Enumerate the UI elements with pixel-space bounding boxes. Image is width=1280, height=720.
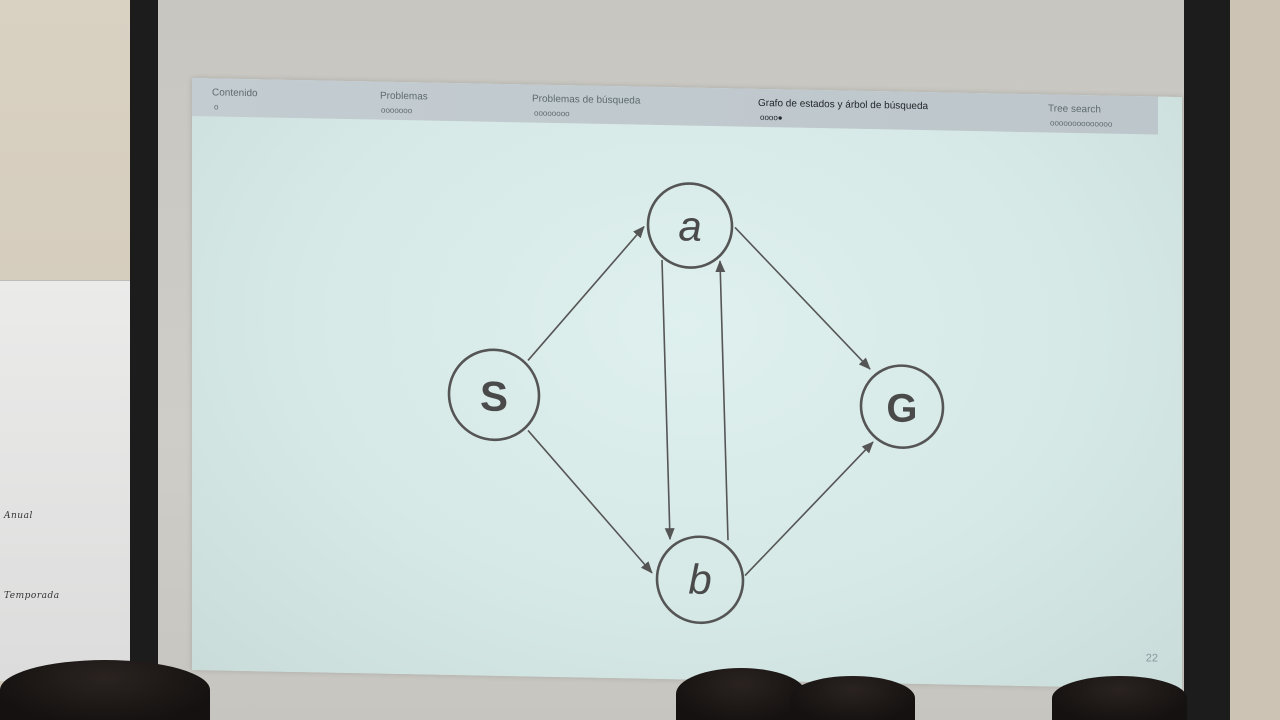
edge-s-to-a — [527, 225, 645, 361]
wall-right — [1230, 0, 1280, 720]
wall-poster: Anual Temporada — [0, 280, 132, 681]
edge-b-to-g — [744, 441, 874, 577]
node-s-label: S — [480, 373, 508, 421]
projected-slide-wrapper: Contenido o Problemas ooooooo Problemas … — [192, 78, 1184, 703]
state-graph: S a b G — [447, 182, 945, 625]
projected-slide: Contenido o Problemas ooooooo Problemas … — [192, 78, 1182, 690]
slide-page-number: 22 — [1145, 652, 1158, 665]
node-a-label: a — [678, 202, 701, 249]
audience-head-left — [0, 660, 210, 720]
node-b-label: b — [688, 556, 711, 603]
audience-head-2 — [790, 676, 915, 720]
edge-b-to-a — [715, 260, 729, 541]
edge-a-to-b — [661, 260, 675, 541]
poster-text-1: Anual — [4, 511, 33, 521]
node-g-label: G — [886, 386, 917, 431]
edge-s-to-b — [527, 429, 653, 574]
edge-a-to-g — [734, 226, 871, 370]
audience-head-1 — [676, 668, 806, 720]
audience-head-3 — [1052, 676, 1187, 720]
graph-edges — [527, 225, 874, 577]
poster-text-2: Temporada — [4, 591, 60, 601]
